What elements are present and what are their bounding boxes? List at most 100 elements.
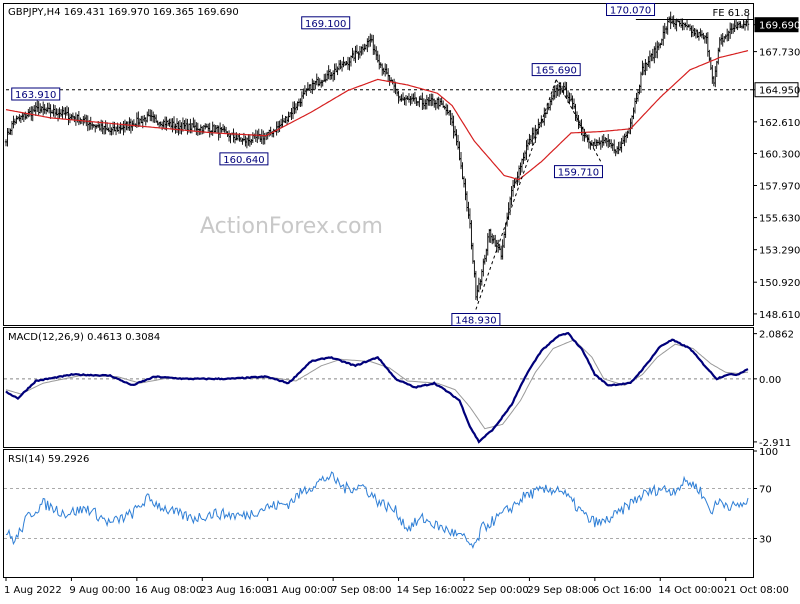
- candle: [693, 27, 696, 37]
- candle: [654, 42, 658, 59]
- candle: [67, 107, 70, 126]
- candle: [681, 18, 684, 31]
- candle: [122, 120, 125, 136]
- candle: [618, 141, 622, 151]
- time-tick-label: 16 Aug 08:00: [135, 585, 202, 596]
- macd-tick-label: 0.00: [759, 375, 781, 386]
- time-tick-label: 29 Sep 08:00: [527, 585, 594, 596]
- macd-panel-frame: [3, 327, 754, 448]
- candle: [180, 122, 183, 135]
- candle: [424, 99, 427, 110]
- candle: [263, 132, 266, 145]
- candle: [195, 122, 198, 136]
- candle: [186, 118, 189, 135]
- candle: [183, 120, 186, 130]
- candle: [340, 61, 344, 72]
- candle: [336, 66, 339, 76]
- candle: [73, 115, 76, 123]
- candle: [110, 127, 113, 136]
- candle: [6, 128, 9, 147]
- candle: [648, 50, 652, 69]
- candle: [91, 121, 94, 130]
- candle: [260, 129, 263, 145]
- candle: [386, 68, 390, 82]
- candle: [177, 121, 180, 136]
- rsi-tick-label: 70: [759, 485, 772, 496]
- candle: [41, 101, 45, 116]
- price-tick-label: 167.730: [759, 48, 800, 59]
- candle: [427, 97, 430, 106]
- candle: [629, 118, 632, 135]
- candle: [77, 111, 81, 126]
- candle: [398, 95, 402, 102]
- candle: [9, 128, 12, 135]
- candle: [534, 124, 537, 143]
- candle: [128, 117, 131, 131]
- candle: [352, 50, 356, 62]
- candle: [651, 48, 655, 62]
- candle: [745, 19, 748, 27]
- time-tick-label: 22 Sep 00:00: [462, 585, 529, 596]
- rsi-tick-label: 30: [759, 535, 772, 546]
- candle: [44, 107, 48, 115]
- annotation-text: 170.070: [610, 6, 651, 17]
- annotation-text: 169.100: [305, 19, 346, 30]
- price-tick-label: 153.290: [759, 246, 800, 257]
- candle: [519, 162, 522, 176]
- candle: [137, 111, 140, 128]
- candle: [250, 139, 253, 145]
- time-axis: 1 Aug 2022 9 Aug 00:00 16 Aug 08:0023 Aug …: [4, 577, 789, 596]
- candle: [706, 32, 710, 57]
- candle: [400, 94, 403, 102]
- price-axis: 169.690 167.730 164.950 162.610 160.300 157.9…: [753, 17, 800, 321]
- candle: [412, 93, 415, 102]
- candle: [71, 112, 75, 121]
- candle: [30, 106, 33, 121]
- candle: [275, 121, 278, 136]
- chart-container: ActionForex.com GBPJPY,H4 169.431 169.97…: [0, 0, 800, 600]
- candle: [154, 114, 158, 123]
- candle: [241, 138, 244, 145]
- candle: [569, 93, 573, 102]
- candle: [665, 26, 668, 34]
- candle: [43, 104, 46, 114]
- candle: [175, 118, 179, 134]
- candle: [596, 139, 600, 146]
- price-tick-label: 162.610: [759, 118, 800, 129]
- candle: [477, 277, 481, 293]
- chart-svg: ActionForex.com GBPJPY,H4 169.431 169.97…: [3, 3, 800, 596]
- candle: [544, 111, 547, 118]
- candle: [724, 34, 727, 40]
- candle: [621, 135, 625, 144]
- candle: [256, 130, 259, 144]
- candle: [520, 158, 524, 173]
- candle: [214, 124, 217, 133]
- candle: [522, 152, 525, 165]
- candle: [474, 270, 478, 300]
- candle: [589, 141, 592, 150]
- candle: [373, 44, 376, 55]
- candle: [46, 102, 49, 113]
- ma-line: [5, 50, 749, 181]
- watermark: ActionForex.com: [200, 214, 383, 239]
- price-tick-label: 160.300: [759, 150, 800, 161]
- candle: [290, 107, 293, 120]
- candle: [378, 54, 381, 70]
- candle: [574, 103, 577, 121]
- candle: [207, 123, 210, 132]
- candle: [479, 279, 482, 290]
- candle: [554, 85, 558, 98]
- candle: [15, 115, 18, 124]
- candle: [317, 76, 320, 87]
- candle: [218, 122, 222, 138]
- candle: [670, 16, 674, 25]
- rsi-line: [5, 471, 749, 550]
- candle: [700, 30, 704, 39]
- candle: [644, 59, 647, 76]
- candle: [410, 93, 414, 105]
- candle: [559, 82, 562, 95]
- candle: [455, 129, 458, 146]
- candle: [324, 73, 327, 83]
- candle: [229, 133, 232, 144]
- candle: [123, 119, 127, 133]
